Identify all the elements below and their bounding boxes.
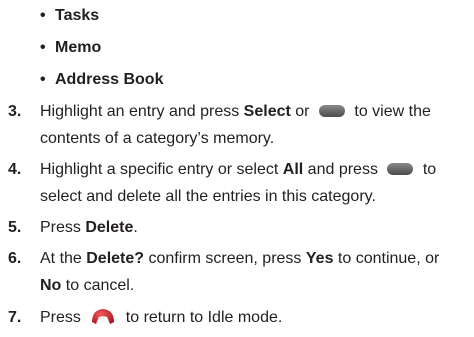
step-line: Highlight an entry and press Select or t… xyxy=(40,98,470,125)
bullet-marker: • xyxy=(40,7,46,24)
step-text: to view the xyxy=(349,103,431,120)
step-text: confirm screen, press xyxy=(144,250,306,267)
bullet-item-memo: • Memo xyxy=(40,34,101,61)
bullet-marker: • xyxy=(40,71,46,88)
step-text: Highlight a specific entry or select xyxy=(40,161,283,178)
step-line: At the Delete? confirm screen, press Yes… xyxy=(40,245,470,272)
bullet-text: Memo xyxy=(55,39,102,56)
delete-keyword: Delete xyxy=(85,219,134,236)
step-line: select and delete all the entries in thi… xyxy=(40,188,376,205)
step-text: At the xyxy=(40,250,87,267)
step-text: Press xyxy=(40,309,86,326)
step-line: No to cancel. xyxy=(40,272,470,299)
menu-select-key-icon xyxy=(387,163,414,175)
step-number: 6. xyxy=(8,250,22,267)
bullet-text: Address Book xyxy=(55,71,164,88)
end-call-key-icon xyxy=(90,306,116,328)
manual-page: • Tasks • Memo • Address Book 3. Highlight … xyxy=(0,0,474,337)
step-line: Press to return to Idle mode. xyxy=(40,304,470,331)
no-keyword: No xyxy=(40,277,62,294)
step-text: . xyxy=(133,219,138,236)
select-keyword: Select xyxy=(243,103,291,120)
bullet-item-address-book: • Address Book xyxy=(40,66,163,93)
step-text: to return to Idle mode. xyxy=(121,309,283,326)
step-text: Press xyxy=(40,219,86,236)
menu-select-key-icon xyxy=(318,105,345,117)
step-number: 3. xyxy=(8,103,22,120)
step-line: Press Delete. xyxy=(40,214,470,241)
all-keyword: All xyxy=(282,161,304,178)
bullet-marker: • xyxy=(40,39,46,56)
step-number: 7. xyxy=(8,309,22,326)
delete-confirm-keyword: Delete? xyxy=(86,250,145,267)
step-text: and press xyxy=(303,161,383,178)
step-text: to xyxy=(418,161,437,178)
step-line: contents of a category’s memory. xyxy=(40,130,275,147)
yes-keyword: Yes xyxy=(305,250,334,267)
step-text: Highlight an entry and press xyxy=(40,103,244,120)
step-line: Highlight a specific entry or select All… xyxy=(40,156,470,183)
step-number: 5. xyxy=(8,219,22,236)
bullet-item-tasks: • Tasks xyxy=(40,2,99,29)
step-text: to continue, or xyxy=(333,250,440,267)
step-number: 4. xyxy=(8,161,22,178)
step-text: or xyxy=(290,103,314,120)
step-text: to cancel. xyxy=(61,277,135,294)
bullet-text: Tasks xyxy=(55,7,100,24)
